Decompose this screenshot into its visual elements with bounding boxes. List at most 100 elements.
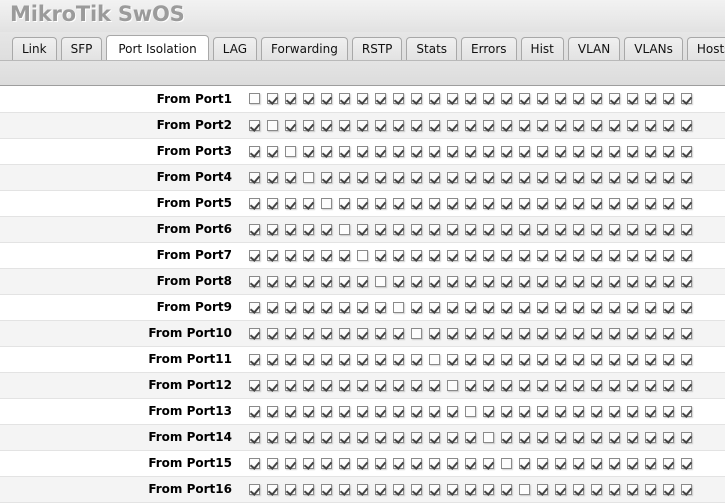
isolation-checkbox-4-16[interactable] [519, 171, 530, 183]
isolation-checkbox-3-25[interactable] [681, 145, 692, 157]
isolation-checkbox-10-25[interactable] [681, 327, 692, 339]
isolation-checkbox-3-23[interactable] [645, 145, 656, 157]
isolation-checkbox-8-13[interactable] [465, 275, 476, 287]
isolation-checkbox-11-7[interactable] [357, 353, 368, 365]
isolation-checkbox-3-19[interactable] [573, 145, 584, 157]
isolation-checkbox-9-5[interactable] [321, 301, 332, 313]
isolation-checkbox-10-10[interactable] [411, 327, 422, 339]
isolation-checkbox-15-18[interactable] [555, 457, 566, 469]
isolation-checkbox-11-1[interactable] [249, 353, 260, 365]
isolation-checkbox-12-6[interactable] [339, 379, 350, 391]
isolation-checkbox-7-19[interactable] [573, 249, 584, 261]
isolation-checkbox-13-23[interactable] [645, 405, 656, 417]
isolation-checkbox-13-10[interactable] [411, 405, 422, 417]
isolation-checkbox-6-4[interactable] [303, 223, 314, 235]
isolation-checkbox-7-17[interactable] [537, 249, 548, 261]
isolation-checkbox-12-24[interactable] [663, 379, 674, 391]
isolation-checkbox-8-16[interactable] [519, 275, 530, 287]
tab-forwarding[interactable]: Forwarding [261, 37, 348, 60]
isolation-checkbox-5-22[interactable] [627, 197, 638, 209]
isolation-checkbox-13-18[interactable] [555, 405, 566, 417]
isolation-checkbox-5-17[interactable] [537, 197, 548, 209]
isolation-checkbox-1-11[interactable] [429, 93, 440, 105]
isolation-checkbox-14-2[interactable] [267, 431, 278, 443]
isolation-checkbox-1-12[interactable] [447, 93, 458, 105]
isolation-checkbox-12-8[interactable] [375, 379, 386, 391]
isolation-checkbox-15-20[interactable] [591, 457, 602, 469]
isolation-checkbox-7-11[interactable] [429, 249, 440, 261]
isolation-checkbox-11-21[interactable] [609, 353, 620, 365]
isolation-checkbox-9-25[interactable] [681, 301, 692, 313]
tab-hist[interactable]: Hist [520, 37, 564, 60]
isolation-checkbox-14-18[interactable] [555, 431, 566, 443]
isolation-checkbox-1-20[interactable] [591, 93, 602, 105]
isolation-checkbox-2-4[interactable] [303, 119, 314, 131]
isolation-checkbox-15-16[interactable] [519, 457, 530, 469]
isolation-checkbox-10-8[interactable] [375, 327, 386, 339]
isolation-checkbox-12-14[interactable] [483, 379, 494, 391]
isolation-checkbox-6-18[interactable] [555, 223, 566, 235]
isolation-checkbox-1-9[interactable] [393, 93, 404, 105]
isolation-checkbox-16-17[interactable] [537, 483, 548, 495]
isolation-checkbox-1-21[interactable] [609, 93, 620, 105]
isolation-checkbox-7-14[interactable] [483, 249, 494, 261]
isolation-checkbox-13-12[interactable] [447, 405, 458, 417]
isolation-checkbox-13-8[interactable] [375, 405, 386, 417]
isolation-checkbox-15-2[interactable] [267, 457, 278, 469]
isolation-checkbox-12-19[interactable] [573, 379, 584, 391]
tab-lag[interactable]: LAG [212, 37, 258, 60]
isolation-checkbox-8-12[interactable] [447, 275, 458, 287]
isolation-checkbox-13-9[interactable] [393, 405, 404, 417]
isolation-checkbox-11-20[interactable] [591, 353, 602, 365]
isolation-checkbox-15-24[interactable] [663, 457, 674, 469]
isolation-checkbox-5-6[interactable] [339, 197, 350, 209]
isolation-checkbox-4-19[interactable] [573, 171, 584, 183]
isolation-checkbox-6-8[interactable] [375, 223, 386, 235]
isolation-checkbox-15-21[interactable] [609, 457, 620, 469]
isolation-checkbox-12-23[interactable] [645, 379, 656, 391]
isolation-checkbox-3-21[interactable] [609, 145, 620, 157]
isolation-checkbox-14-7[interactable] [357, 431, 368, 443]
isolation-checkbox-15-5[interactable] [321, 457, 332, 469]
isolation-checkbox-10-18[interactable] [555, 327, 566, 339]
isolation-checkbox-12-18[interactable] [555, 379, 566, 391]
isolation-checkbox-1-23[interactable] [645, 93, 656, 105]
isolation-checkbox-10-22[interactable] [627, 327, 638, 339]
isolation-checkbox-15-17[interactable] [537, 457, 548, 469]
isolation-checkbox-4-3[interactable] [285, 171, 296, 183]
isolation-checkbox-4-10[interactable] [411, 171, 422, 183]
isolation-checkbox-10-1[interactable] [249, 327, 260, 339]
isolation-checkbox-5-16[interactable] [519, 197, 530, 209]
isolation-checkbox-12-4[interactable] [303, 379, 314, 391]
isolation-checkbox-5-10[interactable] [411, 197, 422, 209]
isolation-checkbox-2-19[interactable] [573, 119, 584, 131]
isolation-checkbox-16-22[interactable] [627, 483, 638, 495]
tab-port-isolation[interactable]: Port Isolation [106, 35, 209, 60]
isolation-checkbox-8-4[interactable] [303, 275, 314, 287]
isolation-checkbox-2-14[interactable] [483, 119, 494, 131]
isolation-checkbox-13-22[interactable] [627, 405, 638, 417]
isolation-checkbox-6-7[interactable] [357, 223, 368, 235]
isolation-checkbox-14-15[interactable] [501, 431, 512, 443]
isolation-checkbox-2-24[interactable] [663, 119, 674, 131]
isolation-checkbox-15-22[interactable] [627, 457, 638, 469]
isolation-checkbox-16-8[interactable] [375, 483, 386, 495]
isolation-checkbox-11-6[interactable] [339, 353, 350, 365]
isolation-checkbox-5-15[interactable] [501, 197, 512, 209]
isolation-checkbox-6-6[interactable] [339, 223, 350, 235]
isolation-checkbox-14-20[interactable] [591, 431, 602, 443]
isolation-checkbox-8-11[interactable] [429, 275, 440, 287]
isolation-checkbox-14-25[interactable] [681, 431, 692, 443]
isolation-checkbox-16-10[interactable] [411, 483, 422, 495]
isolation-checkbox-9-8[interactable] [375, 301, 386, 313]
isolation-checkbox-2-25[interactable] [681, 119, 692, 131]
isolation-checkbox-5-14[interactable] [483, 197, 494, 209]
isolation-checkbox-8-2[interactable] [267, 275, 278, 287]
isolation-checkbox-14-1[interactable] [249, 431, 260, 443]
isolation-checkbox-2-23[interactable] [645, 119, 656, 131]
isolation-checkbox-11-22[interactable] [627, 353, 638, 365]
isolation-checkbox-14-11[interactable] [429, 431, 440, 443]
isolation-checkbox-3-7[interactable] [357, 145, 368, 157]
isolation-checkbox-6-23[interactable] [645, 223, 656, 235]
isolation-checkbox-3-22[interactable] [627, 145, 638, 157]
